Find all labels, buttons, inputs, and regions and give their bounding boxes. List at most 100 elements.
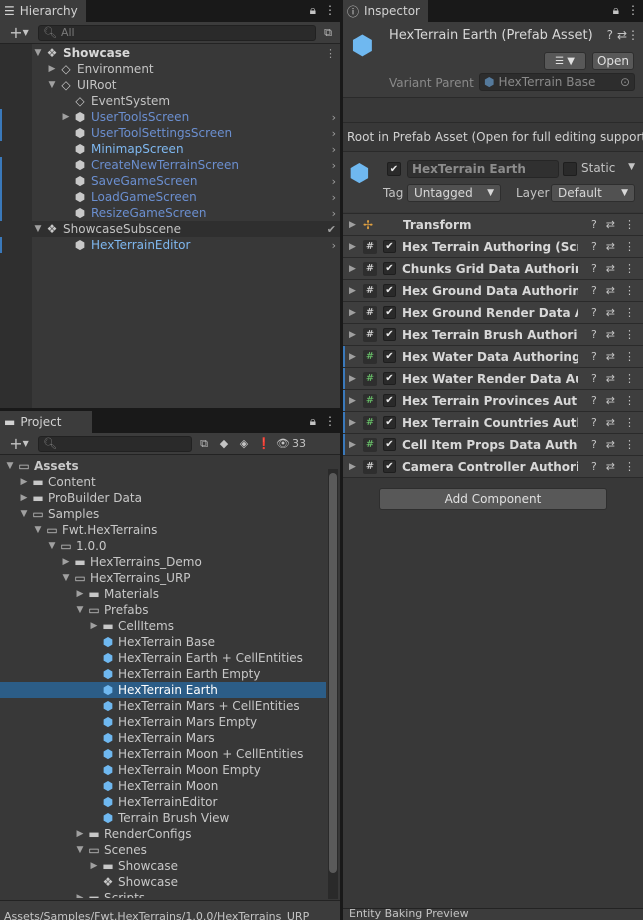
expand-arrow-icon[interactable]: ▶ xyxy=(349,220,363,230)
component-row[interactable]: ▶# ✔ Camera Controller Authoring (Script)?… xyxy=(343,455,643,477)
open-button[interactable]: Open xyxy=(592,52,634,70)
project-scrollbar[interactable] xyxy=(328,469,338,899)
component-row[interactable]: ▶# ✔ Hex Terrain Brush Authoring (Script)?… xyxy=(343,323,643,345)
preset-icon[interactable]: ⇄ xyxy=(606,460,615,473)
component-menu-icon[interactable]: ⋮ xyxy=(624,438,635,451)
help-icon[interactable]: ? xyxy=(591,372,597,385)
hierarchy-item[interactable]: ⬢ LoadGameScreen › xyxy=(0,189,340,205)
hierarchy-item[interactable]: ⬢ SaveGameScreen › xyxy=(0,173,340,189)
project-item[interactable]: ⬢ HexTerrain Mars Empty xyxy=(0,714,326,730)
preset-icon[interactable]: ⇄ xyxy=(606,240,615,253)
help-icon[interactable]: ? xyxy=(607,28,613,42)
project-item[interactable]: ⬢ HexTerrain Moon + CellEntities xyxy=(0,746,326,762)
add-button[interactable]: + ▼ xyxy=(4,23,34,42)
component-menu-icon[interactable]: ⋮ xyxy=(624,262,635,275)
open-prefab-chevron-icon[interactable]: › xyxy=(332,207,336,220)
expand-arrow-icon[interactable]: ▶ xyxy=(349,374,363,384)
project-item[interactable]: ❖ Showcase xyxy=(0,874,326,890)
open-prefab-chevron-icon[interactable]: › xyxy=(332,143,336,156)
expand-arrow-icon[interactable]: ▶ xyxy=(349,418,363,428)
expand-arrow-icon[interactable]: ▶ xyxy=(18,493,30,503)
component-menu-icon[interactable]: ⋮ xyxy=(624,306,635,319)
expand-arrow-icon[interactable]: ▶ xyxy=(18,477,30,487)
help-icon[interactable]: ? xyxy=(591,284,597,297)
component-menu-icon[interactable]: ⋮ xyxy=(624,218,635,231)
project-item[interactable]: ⬢ Terrain Brush View xyxy=(0,810,326,826)
gameobject-icon[interactable]: ⬢ xyxy=(349,160,375,186)
component-row[interactable]: ▶# ✔ Hex Water Render Data Authoring (Scri… xyxy=(343,367,643,390)
hierarchy-item[interactable]: ▶ ◇ Environment xyxy=(32,61,340,77)
project-item[interactable]: ⬢ HexTerrain Earth xyxy=(0,682,326,698)
project-item[interactable]: ▼ ▭ Samples xyxy=(0,506,326,522)
project-item[interactable]: ⬢ HexTerrain Mars + CellEntities xyxy=(0,698,326,714)
expand-arrow-icon[interactable]: ▶ xyxy=(88,861,100,871)
component-menu-icon[interactable]: ⋮ xyxy=(624,372,635,385)
scene-menu-icon[interactable]: ⋮ xyxy=(325,47,336,60)
inspector-tab[interactable]: ⓘ Inspector xyxy=(343,0,428,22)
project-item[interactable]: ⬢ HexTerrain Mars xyxy=(0,730,326,746)
project-item[interactable]: ▼ ▭ 1.0.0 xyxy=(0,538,326,554)
expand-arrow-icon[interactable]: ▼ xyxy=(74,845,86,855)
expand-arrow-icon[interactable]: ▶ xyxy=(349,264,363,274)
open-prefab-chevron-icon[interactable]: › xyxy=(332,239,336,252)
more-menu-icon[interactable]: ⋮ xyxy=(324,3,336,18)
project-item[interactable]: ▼ ▭ Prefabs xyxy=(0,602,326,618)
variant-parent-field[interactable]: ⬢ HexTerrain Base ⊙ xyxy=(479,73,635,91)
project-item[interactable]: ▶ ▬ Scripts xyxy=(0,890,326,898)
expand-arrow-icon[interactable]: ▼ xyxy=(32,48,44,58)
scrollbar-thumb[interactable] xyxy=(329,473,337,873)
component-enabled-checkbox[interactable]: ✔ xyxy=(383,328,396,341)
settings-icon[interactable]: ⇄ xyxy=(617,28,627,42)
expand-arrow-icon[interactable]: ▼ xyxy=(60,573,72,583)
open-prefab-chevron-icon[interactable]: › xyxy=(332,127,336,140)
project-item[interactable]: ▶ ▬ RenderConfigs xyxy=(0,826,326,842)
tag-dropdown[interactable]: Untagged ▼ xyxy=(407,184,501,202)
component-row[interactable]: ▶# ✔ Chunks Grid Data Authoring (Script)? ⇄… xyxy=(343,257,643,279)
component-enabled-checkbox[interactable]: ✔ xyxy=(383,306,396,319)
expand-arrow-icon[interactable]: ▶ xyxy=(74,893,86,898)
help-icon[interactable]: ? xyxy=(591,306,597,319)
component-enabled-checkbox[interactable]: ✔ xyxy=(383,372,396,385)
lock-icon[interactable]: 🔒︎ xyxy=(310,414,316,429)
component-enabled-checkbox[interactable]: ✔ xyxy=(383,460,396,473)
help-icon[interactable]: ? xyxy=(591,328,597,341)
errors-filter-icon[interactable]: ❗ xyxy=(256,436,272,452)
project-item[interactable]: ⬢ HexTerrain Moon Empty xyxy=(0,762,326,778)
lock-icon[interactable]: 🔒︎ xyxy=(613,3,619,18)
help-icon[interactable]: ? xyxy=(591,350,597,363)
project-item[interactable]: ⬢ HexTerrain Moon xyxy=(0,778,326,794)
expand-arrow-icon[interactable]: ▶ xyxy=(349,396,363,406)
expand-arrow-icon[interactable]: ▼ xyxy=(32,525,44,535)
expand-arrow-icon[interactable]: ▶ xyxy=(349,330,363,340)
component-row[interactable]: ▶# ✔ Hex Ground Render Data Authoring (Scr… xyxy=(343,301,643,323)
help-icon[interactable]: ? xyxy=(591,460,597,473)
component-transform[interactable]: ▶ ✢ Transform ? ⇄ ⋮ xyxy=(343,213,643,235)
open-prefab-chevron-icon[interactable]: › xyxy=(332,175,336,188)
help-icon[interactable]: ? xyxy=(591,218,597,231)
object-picker-icon[interactable]: ⊙ xyxy=(620,75,630,89)
scene-visibility-icon[interactable]: ⧉ xyxy=(320,25,336,41)
expand-arrow-icon[interactable]: ▶ xyxy=(349,440,363,450)
expand-arrow-icon[interactable]: ▶ xyxy=(74,589,86,599)
filter-by-label-icon[interactable]: ◈ xyxy=(236,436,252,452)
component-enabled-checkbox[interactable]: ✔ xyxy=(383,240,396,253)
component-row[interactable]: ▶# ✔ Hex Ground Data Authoring (Script)? ⇄ ⋮ xyxy=(343,279,643,301)
expand-arrow-icon[interactable]: ▼ xyxy=(74,605,86,615)
component-menu-icon[interactable]: ⋮ xyxy=(624,350,635,363)
project-item[interactable]: ▼ ▭ HexTerrains_URP xyxy=(0,570,326,586)
hierarchy-item[interactable]: ⬢ CreateNewTerrainScreen › xyxy=(0,157,340,173)
help-icon[interactable]: ? xyxy=(591,394,597,407)
open-prefab-chevron-icon[interactable]: › xyxy=(332,159,336,172)
component-menu-icon[interactable]: ⋮ xyxy=(624,394,635,407)
open-prefab-chevron-icon[interactable]: › xyxy=(332,191,336,204)
lock-icon[interactable]: 🔒︎ xyxy=(310,3,316,18)
hierarchy-item[interactable]: ⬢ UserToolSettingsScreen › xyxy=(0,125,340,141)
component-enabled-checkbox[interactable]: ✔ xyxy=(383,284,396,297)
help-icon[interactable]: ? xyxy=(591,438,597,451)
preset-icon[interactable]: ⇄ xyxy=(606,218,615,231)
component-row[interactable]: ▶# ✔ Hex Terrain Authoring (Script)? ⇄ ⋮ xyxy=(343,235,643,257)
expand-arrow-icon[interactable]: ▶ xyxy=(349,352,363,362)
preset-icon[interactable]: ⇄ xyxy=(606,284,615,297)
hierarchy-item[interactable]: ⬢ HexTerrainEditor › xyxy=(0,237,340,253)
hierarchy-tab[interactable]: ☰ Hierarchy xyxy=(0,0,86,22)
